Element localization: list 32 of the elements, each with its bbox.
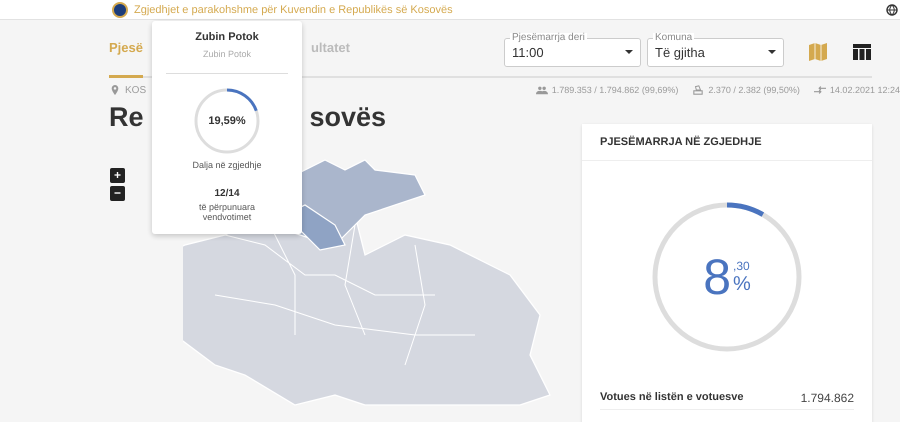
turnout-ring — [192, 86, 262, 156]
page-title: Re — [109, 102, 144, 134]
card-title: PJESËMARRJA NË ZGJEDHJE — [582, 124, 872, 161]
exchange-arrows-icon — [814, 85, 826, 95]
dropdown-field[interactable]: Komuna Të gjitha — [647, 32, 784, 66]
table-icon[interactable] — [852, 42, 872, 62]
row-value: 1.794.862 — [800, 391, 854, 405]
tooltip-title: Zubin Potok — [195, 31, 259, 43]
stat-text: 14.02.2021 12:24 — [830, 85, 900, 95]
stations-count-label: të përpunuara vendvotimet — [198, 202, 256, 222]
percent-unit: % — [733, 272, 751, 296]
zoom-button[interactable]: − — [110, 186, 125, 201]
zoom-button[interactable]: + — [110, 168, 125, 183]
turnout-decimal: ,30 — [733, 258, 751, 272]
page-title: sovës — [310, 102, 386, 134]
caret-icon — [625, 50, 633, 54]
stations-count: 12/14 — [214, 188, 240, 199]
stat-text: 2.370 / 2.382 (99,50%) — [708, 85, 800, 95]
stat-text: 1.789.353 / 1.794.862 (99,69%) — [552, 85, 678, 95]
site-subtitle: Zgjedhjet e parakohshme për Kuvendin e Republikës së Kosovës — [134, 4, 453, 16]
tooltip-caption: Dalja në zgjedhje — [192, 160, 262, 170]
turnout-value: 8 — [703, 252, 731, 302]
caret-icon — [768, 50, 776, 54]
ballot-box-icon — [692, 85, 704, 95]
location-pin-icon — [109, 85, 121, 95]
emblem-icon — [112, 2, 128, 18]
dropdown-field[interactable]: Pjesëmarrja deri 11:00 — [504, 32, 641, 66]
row-label: Votues në listën e votuesve — [600, 391, 744, 405]
globe-icon[interactable] — [886, 4, 898, 16]
turnout-percent: 19,59% — [208, 115, 246, 127]
people-icon — [536, 85, 548, 95]
tooltip-subtitle: Zubin Potok — [166, 49, 288, 74]
